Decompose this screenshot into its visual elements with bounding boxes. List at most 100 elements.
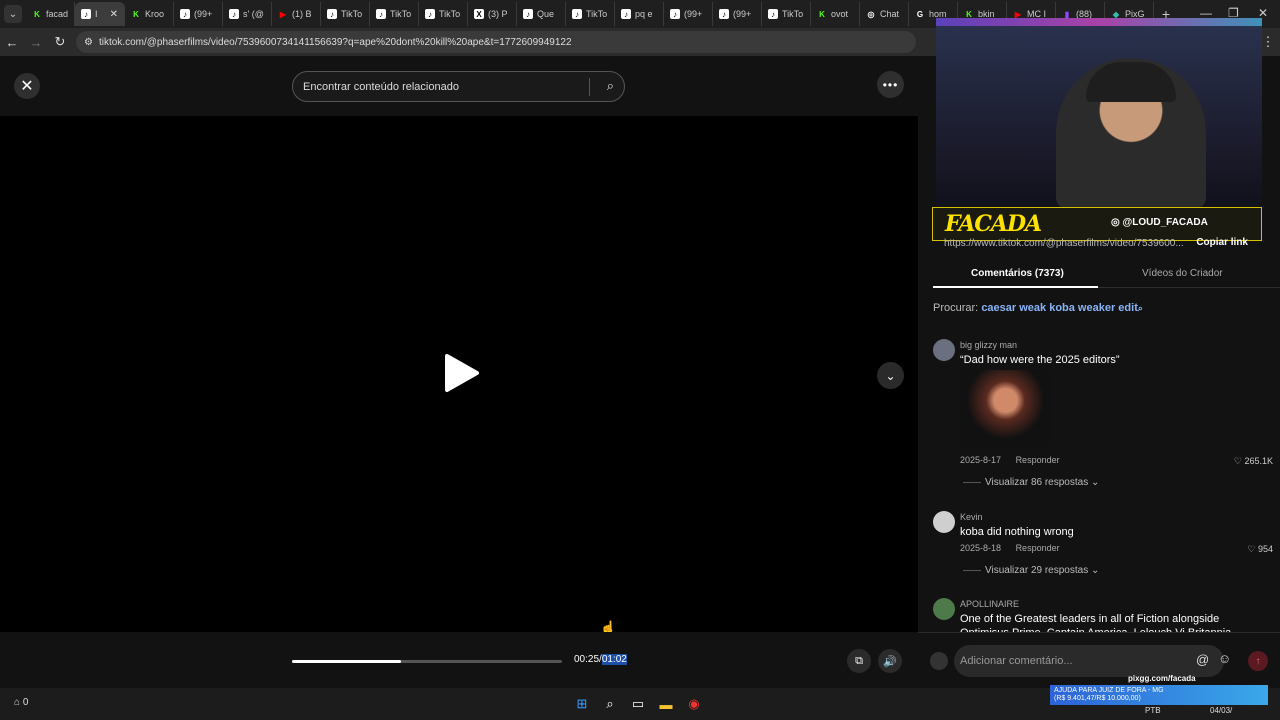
- browser-tab[interactable]: ♪ (99+: [174, 2, 223, 26]
- tab-favicon-icon: K: [133, 9, 139, 19]
- search-suggestion-link[interactable]: caesar weak koba weaker edit: [981, 302, 1138, 314]
- tab-favicon-icon: ♪: [229, 9, 239, 19]
- view-replies-button[interactable]: Visualizar 86 respostas ⌄: [963, 477, 1099, 488]
- file-explorer-icon[interactable]: ▬: [656, 694, 676, 714]
- browser-tab[interactable]: ♪ s' (@: [223, 2, 272, 26]
- search-icon[interactable]: ⌕: [607, 78, 614, 94]
- avatar[interactable]: [933, 598, 955, 620]
- back-icon[interactable]: ←: [0, 35, 24, 50]
- play-icon[interactable]: [441, 352, 483, 394]
- tab-favicon-icon: ♪: [180, 9, 190, 19]
- browser-tab[interactable]: ♪ pq e: [615, 2, 664, 26]
- tab-creator-videos[interactable]: Vídeos do Criador: [1142, 268, 1223, 279]
- browser-tab[interactable]: Kovot: [811, 2, 860, 26]
- comment-image[interactable]: [960, 370, 1051, 446]
- related-search-input[interactable]: [303, 80, 583, 93]
- task-view-icon[interactable]: ▭: [628, 694, 648, 714]
- browser-tab[interactable]: ♪ TikTo: [370, 2, 419, 26]
- browser-tab[interactable]: ◎ Chat: [860, 2, 909, 26]
- url-field[interactable]: ⚙ tiktok.com/@phaserfilms/video/75396007…: [76, 31, 916, 53]
- floating-player-icon[interactable]: ⧉: [847, 649, 871, 673]
- chrome-icon[interactable]: ◉: [684, 694, 704, 714]
- tab-label: (99+: [684, 9, 703, 19]
- browser-tab[interactable]: ♪ TikTo: [762, 2, 811, 26]
- send-comment-button[interactable]: ↑: [1248, 651, 1268, 671]
- mention-icon[interactable]: @: [1196, 652, 1209, 667]
- clock-date[interactable]: 04/03/: [1210, 706, 1232, 715]
- browser-tab[interactable]: ♪ Que: [517, 2, 566, 26]
- tab-favicon-icon: ♪: [81, 9, 91, 19]
- copy-link-button[interactable]: Copiar link: [1196, 237, 1248, 248]
- comment-meta: 2025-8-17 Responder: [960, 455, 1072, 465]
- emoji-icon[interactable]: ☺: [1218, 651, 1231, 666]
- stream-handle: ◎ @LOUD_FACADA: [1111, 217, 1208, 228]
- pix-url: pixgg.com/facada: [1128, 674, 1196, 683]
- search-icon[interactable]: ⌕: [600, 694, 620, 714]
- browser-tab[interactable]: X (3) P: [468, 2, 517, 26]
- tab-favicon-icon: ♪: [768, 9, 778, 19]
- tab-favicon-icon: ♪: [327, 9, 337, 19]
- comment-author[interactable]: Kevin: [960, 512, 983, 522]
- tab-close-icon[interactable]: ✕: [110, 9, 118, 20]
- avatar[interactable]: [933, 339, 955, 361]
- browser-tab[interactable]: ♪ (99+: [713, 2, 762, 26]
- more-dots-icon: •••: [882, 77, 899, 92]
- browser-tab[interactable]: ♪ (99+: [664, 2, 713, 26]
- chevron-down-icon: ⌄: [885, 368, 896, 383]
- tab-favicon-icon: ♪: [523, 9, 533, 19]
- comment-author[interactable]: big glizzy man: [960, 340, 1017, 350]
- search-divider: [589, 78, 590, 96]
- like-count: 954: [1257, 544, 1273, 554]
- comment-item: big glizzy man “Dad how were the 2025 ed…: [933, 339, 1273, 499]
- tab-label: (1) B: [292, 9, 312, 19]
- comment-text: koba did nothing wrong: [960, 526, 1074, 538]
- comment-field[interactable]: [954, 645, 1224, 677]
- like-button[interactable]: ♡ 954: [1247, 544, 1273, 555]
- tab-search-icon[interactable]: ⌄: [4, 5, 22, 23]
- tab-label: pq e: [635, 9, 653, 19]
- time-display: 00:25/01:02: [574, 654, 627, 665]
- browser-tab[interactable]: ♪ TikTo: [566, 2, 615, 26]
- donation-widget: AJUDA PARA JUIZ DE FORA - MG (R$ 9.401,4…: [1050, 685, 1268, 705]
- comment-item: APOLLINAIRE One of the Greatest leaders …: [933, 598, 1273, 632]
- forward-icon[interactable]: →: [24, 35, 48, 50]
- comment-input-bar: @ ☺ ↑: [918, 632, 1280, 688]
- video-area[interactable]: ✕ ⌕ ••• ⌄ ☝ 00:25/01:02 ⧉ 🔊: [0, 56, 918, 688]
- language-indicator[interactable]: PTB: [1145, 706, 1161, 715]
- comment-input[interactable]: [960, 655, 1180, 667]
- taskbar-widget[interactable]: ⌂ 0: [14, 697, 28, 708]
- browser-tab[interactable]: ♪ TikTo: [419, 2, 468, 26]
- comment-author[interactable]: APOLLINAIRE: [960, 599, 1019, 609]
- browser-tab[interactable]: ▶ (1) B: [272, 2, 321, 26]
- reply-button[interactable]: Responder: [1016, 455, 1060, 465]
- taskbar-apps: ⊞ ⌕ ▭ ▬ ◉: [572, 694, 704, 714]
- site-info-icon[interactable]: ⚙: [84, 37, 93, 48]
- more-options-button[interactable]: •••: [877, 71, 904, 98]
- avatar[interactable]: [933, 511, 955, 533]
- related-search-box[interactable]: ⌕: [292, 71, 625, 102]
- browser-tab[interactable]: ♪ TikTo: [321, 2, 370, 26]
- volume-icon[interactable]: 🔊: [878, 649, 902, 673]
- search-suggestion-label: Procurar:: [933, 302, 979, 314]
- windows-start-icon[interactable]: ⊞: [572, 694, 592, 714]
- reload-icon[interactable]: ↻: [48, 34, 72, 50]
- progress-bar[interactable]: [292, 660, 562, 663]
- next-video-button[interactable]: ⌄: [877, 362, 904, 389]
- like-button[interactable]: ♡ 265.1K: [1234, 456, 1273, 467]
- tab-label: Kroo: [145, 9, 165, 19]
- comment-date: 2025-8-18: [960, 543, 1002, 553]
- progress-fill: [292, 660, 401, 663]
- tab-favicon-icon: ♪: [376, 9, 386, 19]
- search-small-icon: ⌕: [1137, 303, 1143, 313]
- tab-comments[interactable]: Comentários (7373): [971, 268, 1064, 279]
- browser-tab[interactable]: ♪ I ✕: [75, 2, 125, 26]
- browser-tab[interactable]: K Kroo: [125, 2, 174, 26]
- tab-favicon-icon: K: [34, 9, 40, 19]
- tab-favicon-icon: ◎: [867, 9, 875, 19]
- view-replies-button[interactable]: Visualizar 29 respostas ⌄: [963, 565, 1099, 576]
- video-top-bar: ✕ ⌕ •••: [0, 56, 918, 116]
- tab-label: TikTo: [586, 9, 608, 19]
- browser-tab[interactable]: Kfacad: [26, 2, 75, 26]
- reply-button[interactable]: Responder: [1016, 543, 1060, 553]
- close-video-button[interactable]: ✕: [14, 73, 40, 99]
